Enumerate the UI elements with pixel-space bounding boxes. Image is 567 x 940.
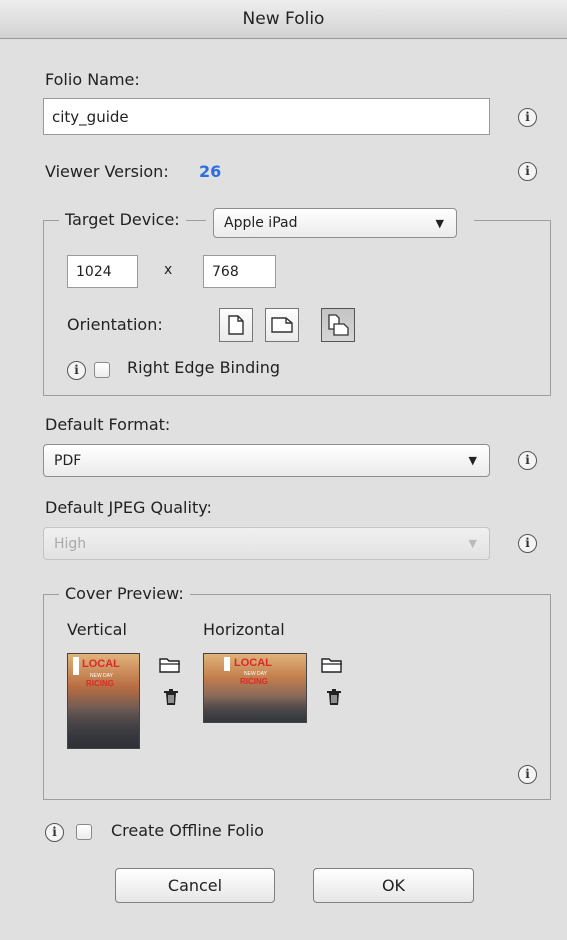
thumb-city-shade [68, 708, 139, 748]
info-icon[interactable]: i [67, 361, 86, 380]
target-device-select[interactable]: Apple iPad ▼ [213, 208, 457, 238]
thumb-title: LOCAL [234, 657, 272, 669]
viewer-version-label: Viewer Version: [45, 162, 169, 181]
ok-button[interactable]: OK [313, 868, 474, 903]
chevron-down-icon: ▼ [435, 216, 444, 230]
jpeg-quality-value: High [54, 535, 87, 552]
create-offline-folio-checkbox[interactable] [76, 824, 92, 840]
trash-icon[interactable] [163, 688, 179, 710]
both-orientations-icon [328, 314, 349, 336]
thumb-subtitle-2: RICING [240, 677, 268, 686]
cancel-button[interactable]: Cancel [115, 868, 275, 903]
times-symbol: x [164, 262, 173, 278]
jpeg-quality-select[interactable]: High ▼ [43, 527, 490, 560]
default-format-label: Default Format: [45, 415, 171, 434]
cover-preview-label: Cover Preview: [59, 584, 190, 603]
folio-name-input[interactable]: city_guide [43, 98, 490, 135]
info-icon[interactable]: i [518, 451, 537, 470]
info-icon[interactable]: i [518, 108, 537, 127]
trash-icon[interactable] [326, 688, 342, 710]
folder-icon[interactable] [159, 656, 181, 678]
info-icon[interactable]: i [518, 162, 537, 181]
height-input[interactable]: 768 [203, 255, 276, 288]
target-device-value: Apple iPad [224, 215, 298, 231]
right-edge-binding-label: Right Edge Binding [127, 358, 281, 377]
info-icon[interactable]: i [518, 765, 537, 784]
chevron-down-icon: ▼ [468, 537, 477, 550]
default-format-select[interactable]: PDF ▼ [43, 444, 490, 477]
info-icon[interactable]: i [45, 823, 64, 842]
target-device-label: Target Device: [59, 210, 186, 229]
thumb-city-shade [204, 696, 306, 722]
landscape-page-icon [271, 317, 293, 333]
width-input[interactable]: 1024 [67, 255, 138, 288]
orientation-label: Orientation: [67, 315, 163, 334]
viewer-version-value: 26 [199, 162, 222, 181]
thumb-subtitle-2: RICING [86, 679, 114, 688]
vertical-label: Vertical [67, 620, 127, 639]
thumb-logo-mark [73, 657, 79, 675]
thumb-title: LOCAL [82, 658, 120, 670]
horizontal-cover-thumbnail[interactable]: LOCAL NEW DAY RICING [203, 653, 307, 723]
create-offline-folio-label: Create Offline Folio [111, 821, 264, 840]
dialog-title: New Folio [0, 0, 567, 39]
vertical-cover-thumbnail[interactable]: LOCAL NEW DAY RICING [67, 653, 140, 749]
folder-icon[interactable] [321, 656, 343, 678]
jpeg-quality-label: Default JPEG Quality: [45, 498, 212, 517]
chevron-down-icon: ▼ [468, 454, 477, 467]
both-orientation-button[interactable] [321, 308, 355, 342]
default-format-value: PDF [54, 452, 82, 469]
right-edge-binding-checkbox[interactable] [94, 362, 110, 378]
info-icon[interactable]: i [518, 534, 537, 553]
horizontal-label: Horizontal [203, 620, 285, 639]
folio-name-label: Folio Name: [45, 70, 140, 89]
thumb-logo-mark [224, 657, 230, 671]
portrait-page-icon [228, 315, 244, 335]
landscape-orientation-button[interactable] [265, 308, 299, 342]
portrait-orientation-button[interactable] [219, 308, 253, 342]
